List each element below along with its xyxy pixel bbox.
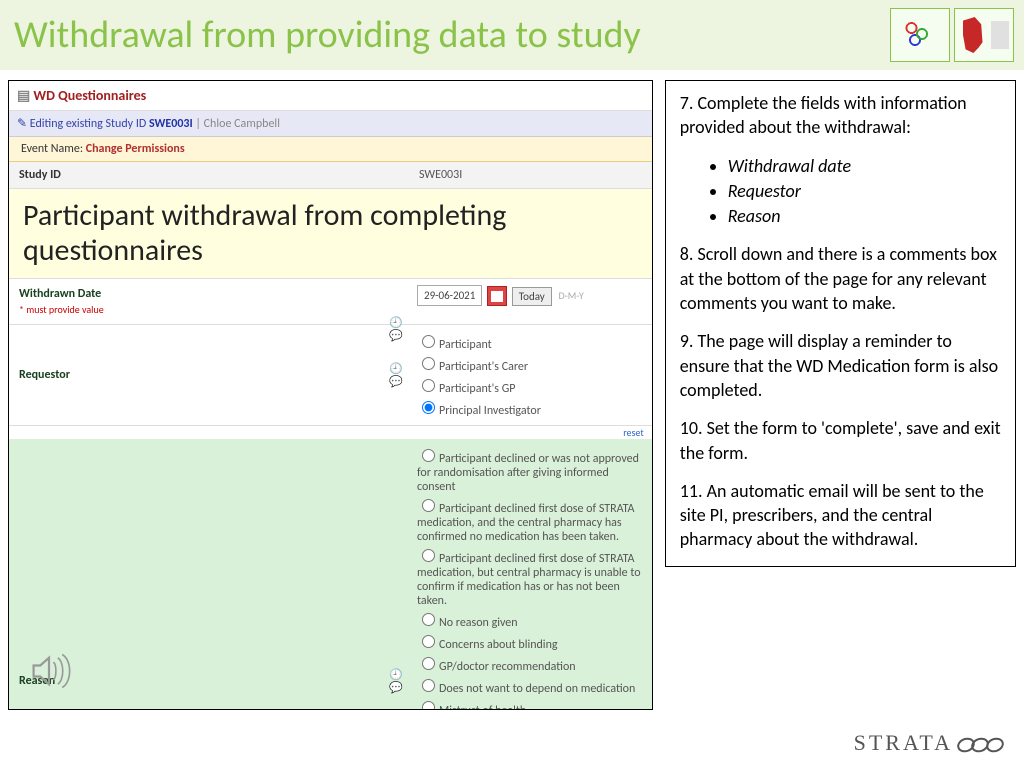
map-thumbnails bbox=[890, 8, 1014, 62]
reason-option[interactable]: Concerns about blinding bbox=[417, 631, 644, 653]
requestor-option[interactable]: Principal Investigator bbox=[417, 397, 644, 419]
reason-option[interactable]: Does not want to depend on medication bbox=[417, 675, 644, 697]
history-icon[interactable]: 🕘💬 bbox=[389, 362, 403, 388]
requestor-row: Requestor 🕘💬 ParticipantParticipant's Ca… bbox=[9, 325, 652, 426]
reason-option[interactable]: No reason given bbox=[417, 609, 644, 631]
requestor-option[interactable]: Participant's GP bbox=[417, 375, 644, 397]
map-wa-icon bbox=[954, 8, 1014, 62]
panel-title: WD Questionnaires bbox=[9, 81, 652, 111]
reason-option[interactable]: Participant declined first dose of STRAT… bbox=[417, 495, 644, 545]
strata-logo: STRATA bbox=[854, 730, 1004, 758]
form-heading: Participant withdrawal from completing q… bbox=[9, 189, 652, 279]
reset-link[interactable]: reset bbox=[9, 426, 652, 439]
today-button[interactable]: Today bbox=[512, 287, 552, 306]
history-icon[interactable]: 🕘💬 bbox=[389, 668, 403, 694]
event-bar: Event Name: Change Permissions bbox=[9, 137, 652, 162]
editing-bar: ✎ Editing existing Study ID SWE003I | Ch… bbox=[9, 111, 652, 137]
reason-row: Reason 🕘💬 Participant declined or was no… bbox=[9, 439, 652, 710]
speaker-icon bbox=[27, 649, 71, 697]
slide-header: Withdrawal from providing data to study bbox=[0, 0, 1024, 70]
reason-option[interactable]: Participant declined or was not approved… bbox=[417, 445, 644, 495]
calendar-icon[interactable] bbox=[487, 286, 507, 306]
reason-option[interactable]: Mistrust of health professionals/researc… bbox=[417, 697, 644, 710]
requestor-option[interactable]: Participant bbox=[417, 331, 644, 353]
instructions-box: 7. Complete the fields with information … bbox=[665, 80, 1016, 567]
reason-option[interactable]: GP/doctor recommendation bbox=[417, 653, 644, 675]
requestor-option[interactable]: Participant's Carer bbox=[417, 353, 644, 375]
reason-option[interactable]: Participant declined first dose of STRAT… bbox=[417, 545, 644, 609]
withdrawn-date-input[interactable]: 29-06-2021 bbox=[417, 285, 482, 306]
map-regions-icon bbox=[890, 8, 950, 62]
withdrawn-date-row: Withdrawn Date * must provide value 🕘💬 2… bbox=[9, 279, 652, 325]
page-title: Withdrawal from providing data to study bbox=[14, 12, 641, 58]
study-id-row: Study ID SWE003I bbox=[9, 162, 652, 189]
screenshot-panel: WD Questionnaires ✎ Editing existing Stu… bbox=[8, 80, 653, 710]
